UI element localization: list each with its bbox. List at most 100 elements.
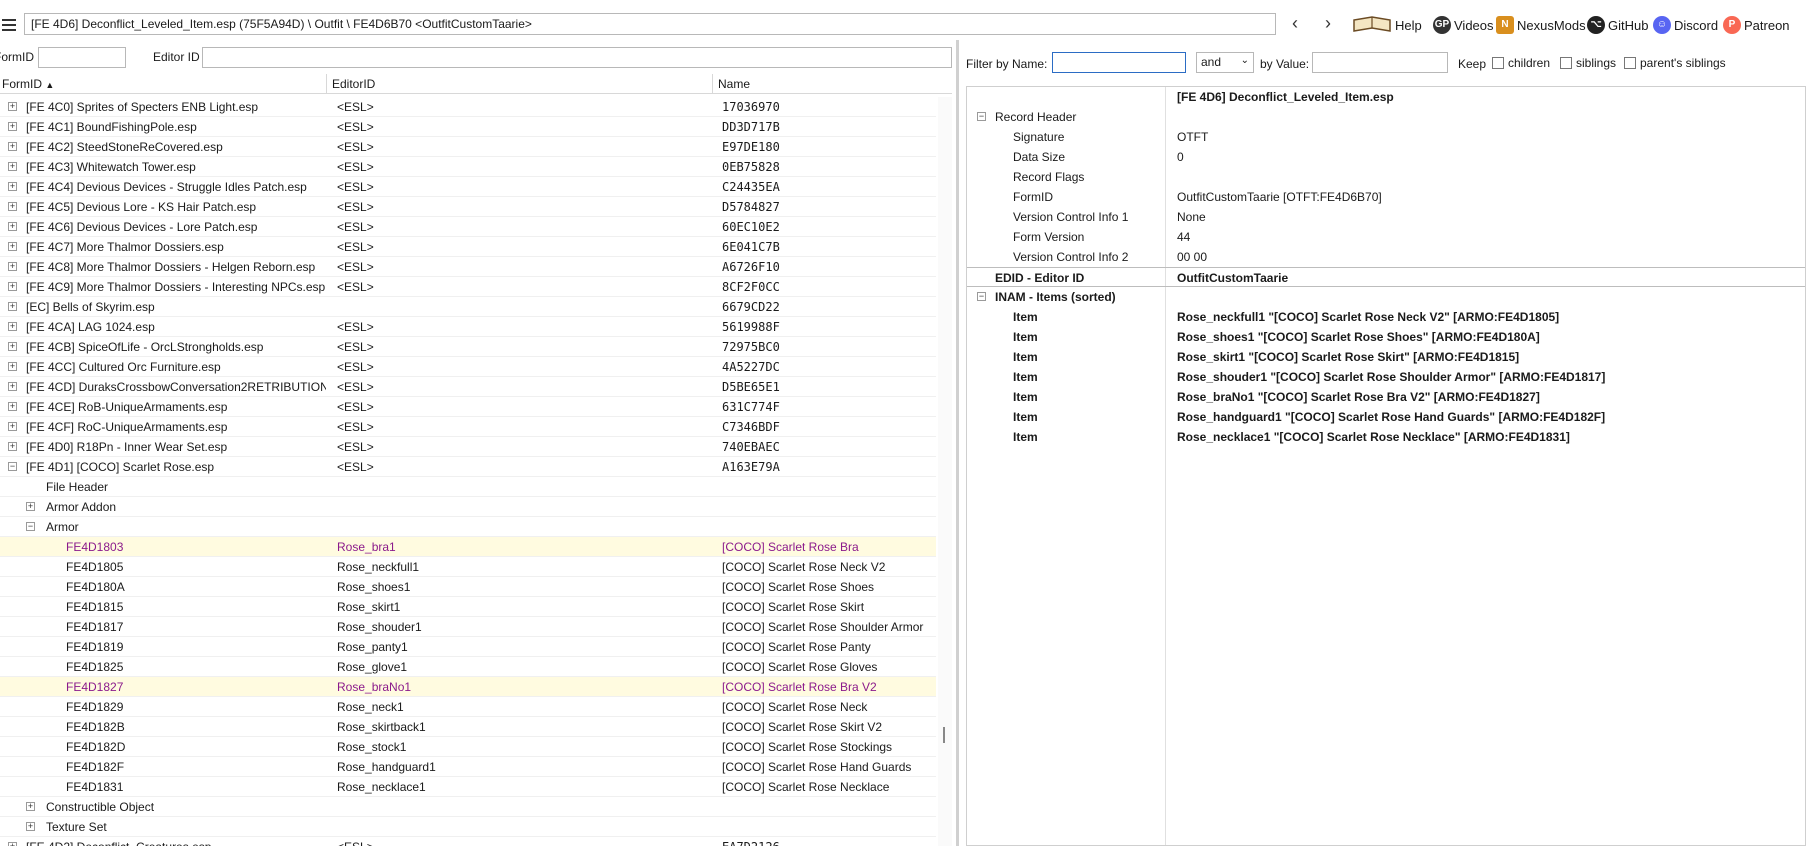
tree-row[interactable]: FE4D1819 Rose_panty1 [COCO] Scarlet Rose P…	[0, 637, 936, 657]
expand-icon[interactable]: +	[8, 382, 17, 391]
nexusmods-link[interactable]: N NexusMods	[1496, 14, 1586, 36]
hamburger-menu-icon[interactable]	[0, 16, 18, 32]
expand-icon[interactable]: +	[8, 282, 17, 291]
expand-icon[interactable]: +	[8, 422, 17, 431]
discord-link[interactable]: ☺ Discord	[1653, 14, 1718, 36]
expand-icon[interactable]: +	[8, 842, 17, 846]
expand-icon[interactable]: +	[8, 182, 17, 191]
collapse-icon[interactable]: −	[8, 462, 17, 471]
tree-row[interactable]: + [FE 4CD] DuraksCrossbowConversation2RET…	[0, 377, 936, 397]
expand-icon[interactable]: +	[26, 822, 35, 831]
record-path-field[interactable]: [FE 4D6] Deconflict_Leveled_Item.esp (75…	[24, 13, 1276, 35]
expand-icon[interactable]: +	[8, 102, 17, 111]
record-field-row[interactable]: Data Size 0	[967, 147, 1805, 167]
tree-row[interactable]: + [EC] Bells of Skyrim.esp 6679CD22	[0, 297, 936, 317]
tree-row[interactable]: + [FE 4CC] Cultured Orc Furniture.esp <ESL…	[0, 357, 936, 377]
inam-item-row[interactable]: Item Rose_necklace1 "[COCO] Scarlet Rose …	[967, 427, 1805, 447]
inam-row[interactable]: − INAM - Items (sorted)	[967, 287, 1805, 307]
record-field-row[interactable]: Version Control Info 1 None	[967, 207, 1805, 227]
tree-row[interactable]: FE4D1815 Rose_skirt1 [COCO] Scarlet Rose S…	[0, 597, 936, 617]
tree-row[interactable]: FE4D1829 Rose_neck1 [COCO] Scarlet Rose Ne…	[0, 697, 936, 717]
edid-row[interactable]: EDID - Editor ID OutfitCustomTaarie	[967, 267, 1805, 287]
keep-parents-siblings-checkbox[interactable]	[1624, 57, 1636, 69]
record-field-row[interactable]: Version Control Info 2 00 00	[967, 247, 1805, 267]
back-button[interactable]: ‹	[1284, 13, 1306, 35]
column-header-formid[interactable]: FormID ▲	[2, 77, 54, 91]
keep-siblings-checkbox[interactable]	[1560, 57, 1572, 69]
help-link[interactable]: Help	[1352, 14, 1422, 36]
tree-row[interactable]: + [FE 4C2] SteedStoneReCovered.esp <ESL> E9…	[0, 137, 936, 157]
tree-row[interactable]: − Armor	[0, 517, 936, 537]
filter-value-input[interactable]	[1312, 52, 1448, 73]
tree-row[interactable]: FE4D1817 Rose_shouder1 [COCO] Scarlet Rose…	[0, 617, 936, 637]
collapse-icon[interactable]: −	[977, 112, 986, 121]
filter-name-input[interactable]	[1052, 52, 1186, 73]
tree-row[interactable]: + Armor Addon	[0, 497, 936, 517]
videos-link[interactable]: GP Videos	[1433, 14, 1494, 36]
tree-row[interactable]: File Header	[0, 477, 936, 497]
expand-icon[interactable]: +	[26, 802, 35, 811]
expand-icon[interactable]: +	[8, 442, 17, 451]
tree-row[interactable]: + [FE 4C9] More Thalmor Dossiers - Intere…	[0, 277, 936, 297]
column-header-editorid[interactable]: EditorID	[332, 77, 375, 91]
expand-icon[interactable]: +	[8, 222, 17, 231]
tree-row[interactable]: + [FE 4C7] More Thalmor Dossiers.esp <ESL>…	[0, 237, 936, 257]
column-header-name[interactable]: Name	[718, 77, 750, 91]
inam-item-row[interactable]: Item Rose_neckfull1 "[COCO] Scarlet Rose …	[967, 307, 1805, 327]
tree-row[interactable]: + [FE 4CF] RoC-UniqueArmaments.esp <ESL> C7…	[0, 417, 936, 437]
tree-row[interactable]: FE4D1805 Rose_neckfull1 [COCO] Scarlet Ros…	[0, 557, 936, 577]
record-field-row[interactable]: Form Version 44	[967, 227, 1805, 247]
tree-row[interactable]: + [FE 4C8] More Thalmor Dossiers - Helgen…	[0, 257, 936, 277]
expand-icon[interactable]: +	[8, 262, 17, 271]
record-header-row[interactable]: − Record Header	[967, 107, 1805, 127]
tree-row[interactable]: + [FE 4D0] R18Pn - Inner Wear Set.esp <ESL…	[0, 437, 936, 457]
left-scrollbar[interactable]	[938, 97, 952, 846]
expand-icon[interactable]: +	[8, 302, 17, 311]
tree-row[interactable]: + [FE 4D2] Deconflict_Creatures.esp <ESL> E…	[0, 837, 936, 846]
collapse-icon[interactable]: −	[977, 292, 986, 301]
inam-item-row[interactable]: Item Rose_skirt1 "[COCO] Scarlet Rose Ski…	[967, 347, 1805, 367]
inam-item-row[interactable]: Item Rose_shoes1 "[COCO] Scarlet Rose Sho…	[967, 327, 1805, 347]
github-link[interactable]: ⌥ GitHub	[1587, 14, 1648, 36]
expand-icon[interactable]: +	[8, 122, 17, 131]
tree-row[interactable]: FE4D1803 Rose_bra1 [COCO] Scarlet Rose Bra	[0, 537, 936, 557]
pane-splitter[interactable]	[956, 40, 959, 846]
tree-row[interactable]: + Constructible Object	[0, 797, 936, 817]
inam-item-row[interactable]: Item Rose_shouder1 "[COCO] Scarlet Rose S…	[967, 367, 1805, 387]
tree-row[interactable]: + [FE 4CB] SpiceOfLife - OrcLStrongholds.…	[0, 337, 936, 357]
tree-row[interactable]: FE4D1831 Rose_necklace1 [COCO] Scarlet Ros…	[0, 777, 936, 797]
expand-icon[interactable]: +	[8, 202, 17, 211]
tree-row[interactable]: + [FE 4C5] Devious Lore - KS Hair Patch.e…	[0, 197, 936, 217]
tree-row[interactable]: + [FE 4C1] BoundFishingPole.esp <ESL> DD3D7…	[0, 117, 936, 137]
inam-item-row[interactable]: Item Rose_braNo1 "[COCO] Scarlet Rose Bra…	[967, 387, 1805, 407]
inam-item-row[interactable]: Item Rose_handguard1 "[COCO] Scarlet Rose…	[967, 407, 1805, 427]
record-field-row[interactable]: FormID OutfitCustomTaarie [OTFT:FE4D6B70]	[967, 187, 1805, 207]
tree-row[interactable]: + [FE 4C0] Sprites of Specters ENB Light.…	[0, 97, 936, 117]
expand-icon[interactable]: +	[8, 322, 17, 331]
expand-icon[interactable]: +	[8, 142, 17, 151]
tree-row[interactable]: + [FE 4C4] Devious Devices - Struggle Idl…	[0, 177, 936, 197]
expand-icon[interactable]: +	[26, 502, 35, 511]
tree-row[interactable]: FE4D1827 Rose_braNo1 [COCO] Scarlet Rose B…	[0, 677, 936, 697]
record-field-row[interactable]: Record Flags	[967, 167, 1805, 187]
record-field-row[interactable]: Signature OTFT	[967, 127, 1805, 147]
collapse-icon[interactable]: −	[26, 522, 35, 531]
formid-filter-input[interactable]	[38, 47, 126, 68]
tree-row[interactable]: FE4D182B Rose_skirtback1 [COCO] Scarlet Ro…	[0, 717, 936, 737]
patreon-link[interactable]: P Patreon	[1723, 14, 1790, 36]
expand-icon[interactable]: +	[8, 162, 17, 171]
tree-row[interactable]: FE4D1825 Rose_glove1 [COCO] Scarlet Rose G…	[0, 657, 936, 677]
editorid-filter-input[interactable]	[202, 47, 952, 68]
tree-row[interactable]: − [FE 4D1] [COCO] Scarlet Rose.esp <ESL> A1…	[0, 457, 936, 477]
tree-row[interactable]: + [FE 4CE] RoB-UniqueArmaments.esp <ESL> 63…	[0, 397, 936, 417]
tree-row[interactable]: + Texture Set	[0, 817, 936, 837]
expand-icon[interactable]: +	[8, 362, 17, 371]
keep-children-checkbox[interactable]	[1492, 57, 1504, 69]
expand-icon[interactable]: +	[8, 242, 17, 251]
tree-row[interactable]: FE4D182D Rose_stock1 [COCO] Scarlet Rose S…	[0, 737, 936, 757]
tree-row[interactable]: + [FE 4C6] Devious Devices - Lore Patch.e…	[0, 217, 936, 237]
tree-row[interactable]: + [FE 4CA] LAG 1024.esp <ESL> 5619988F	[0, 317, 936, 337]
expand-icon[interactable]: +	[8, 342, 17, 351]
tree-row[interactable]: FE4D182F Rose_handguard1 [COCO] Scarlet Ro…	[0, 757, 936, 777]
forward-button[interactable]: ›	[1317, 13, 1339, 35]
